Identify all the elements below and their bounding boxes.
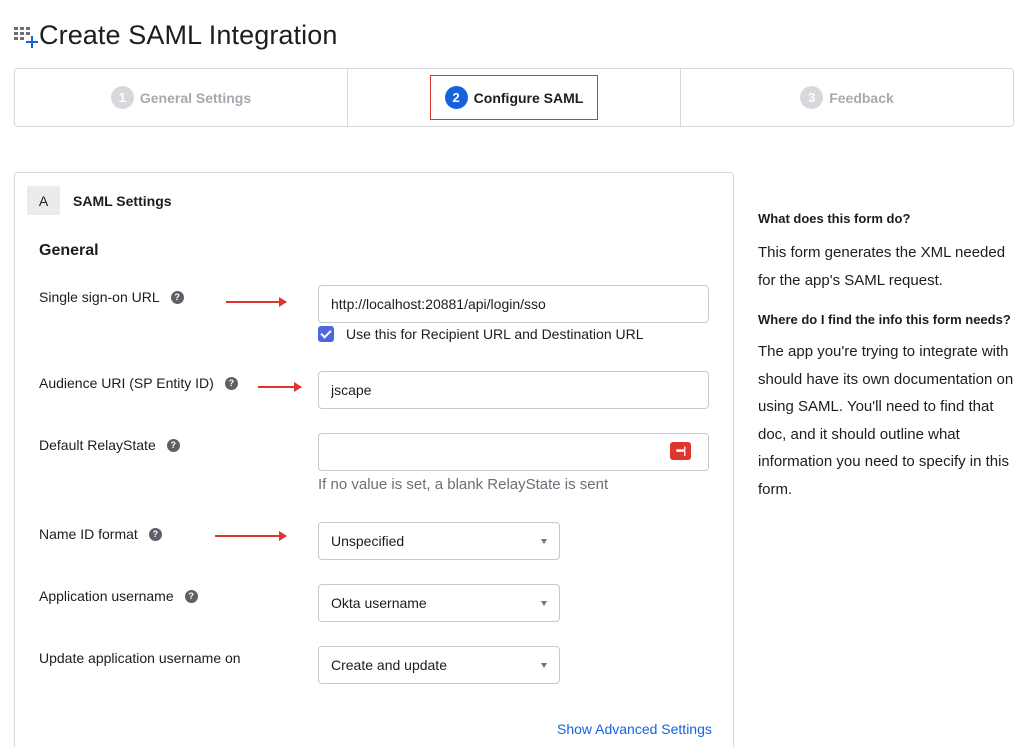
- update-username-select[interactable]: Create and update: [318, 646, 560, 684]
- step-label: Configure SAML: [473, 89, 584, 106]
- help-question-1: What does this form do?: [758, 211, 911, 226]
- relay-state-input[interactable]: [318, 433, 709, 471]
- help-icon[interactable]: ?: [166, 438, 180, 452]
- chevron-down-icon: [541, 538, 547, 544]
- audience-uri-input[interactable]: [318, 371, 709, 409]
- step-label: General Settings: [139, 89, 252, 106]
- section-header: A SAML Settings: [27, 186, 172, 215]
- show-advanced-settings-link[interactable]: Show Advanced Settings: [557, 721, 712, 737]
- annotation-arrow: [226, 297, 287, 307]
- group-title: General: [39, 242, 99, 259]
- app-username-label: Application username ?: [39, 588, 198, 604]
- help-question-2: Where do I find the info this form needs…: [758, 312, 1011, 327]
- annotation-arrow: [215, 531, 287, 541]
- add-app-grid-icon: [14, 23, 38, 48]
- sso-url-input[interactable]: [318, 285, 709, 323]
- update-username-label-text: Update application username on: [39, 650, 241, 666]
- step-number: 3: [800, 86, 824, 109]
- page-header: Create SAML Integration: [14, 18, 337, 52]
- relay-state-label-text: Default RelayState: [39, 437, 156, 453]
- select-value: Unspecified: [331, 533, 405, 549]
- help-answer-2: The app you're trying to integrate with …: [758, 343, 1014, 498]
- update-username-label: Update application username on: [39, 650, 241, 666]
- sso-url-label: Single sign-on URL ?: [39, 289, 184, 305]
- step-number: 1: [110, 86, 134, 109]
- step-feedback[interactable]: 3 Feedback: [681, 69, 1013, 126]
- app-username-select[interactable]: Okta username: [318, 584, 560, 622]
- chevron-down-icon: [541, 600, 547, 606]
- recipient-url-checkbox-row[interactable]: Use this for Recipient URL and Destinati…: [318, 326, 644, 342]
- app-username-label-text: Application username: [39, 588, 174, 604]
- audience-uri-label: Audience URI (SP Entity ID) ?: [39, 375, 238, 391]
- sso-url-label-text: Single sign-on URL: [39, 289, 160, 305]
- relay-state-hint: If no value is set, a blank RelayState i…: [318, 476, 609, 493]
- annotation-arrow: [258, 382, 302, 392]
- relay-state-label: Default RelayState ?: [39, 437, 180, 453]
- help-icon[interactable]: ?: [224, 376, 238, 390]
- step-label: Feedback: [829, 89, 894, 106]
- step-general-settings[interactable]: 1 General Settings: [15, 69, 348, 126]
- step-configure-saml[interactable]: 2 Configure SAML: [348, 69, 681, 126]
- help-icon[interactable]: ?: [184, 589, 198, 603]
- password-manager-icon[interactable]: •••|: [670, 442, 691, 460]
- name-id-format-label-text: Name ID format: [39, 526, 138, 542]
- recipient-url-checkbox-label: Use this for Recipient URL and Destinati…: [346, 326, 644, 342]
- name-id-format-label: Name ID format ?: [39, 526, 162, 542]
- section-title: SAML Settings: [73, 192, 172, 209]
- help-icon[interactable]: ?: [170, 290, 184, 304]
- saml-settings-card: A SAML Settings General Single sign-on U…: [14, 172, 734, 747]
- active-step-highlight: 2 Configure SAML: [429, 75, 599, 120]
- page-title: Create SAML Integration: [39, 19, 338, 50]
- step-number: 2: [444, 86, 468, 109]
- section-letter-badge: A: [27, 186, 60, 215]
- chevron-down-icon: [541, 662, 547, 668]
- name-id-format-select[interactable]: Unspecified: [318, 522, 560, 560]
- recipient-url-checkbox[interactable]: [318, 326, 334, 342]
- help-sidebar: What does this form do? This form genera…: [758, 210, 1020, 503]
- audience-uri-label-text: Audience URI (SP Entity ID): [39, 375, 214, 391]
- select-value: Create and update: [331, 657, 447, 673]
- help-answer-1: This form generates the XML needed for t…: [758, 244, 1006, 289]
- select-value: Okta username: [331, 595, 427, 611]
- wizard-stepper: 1 General Settings 2 Configure SAML 3 Fe…: [14, 68, 1014, 127]
- help-icon[interactable]: ?: [148, 527, 162, 541]
